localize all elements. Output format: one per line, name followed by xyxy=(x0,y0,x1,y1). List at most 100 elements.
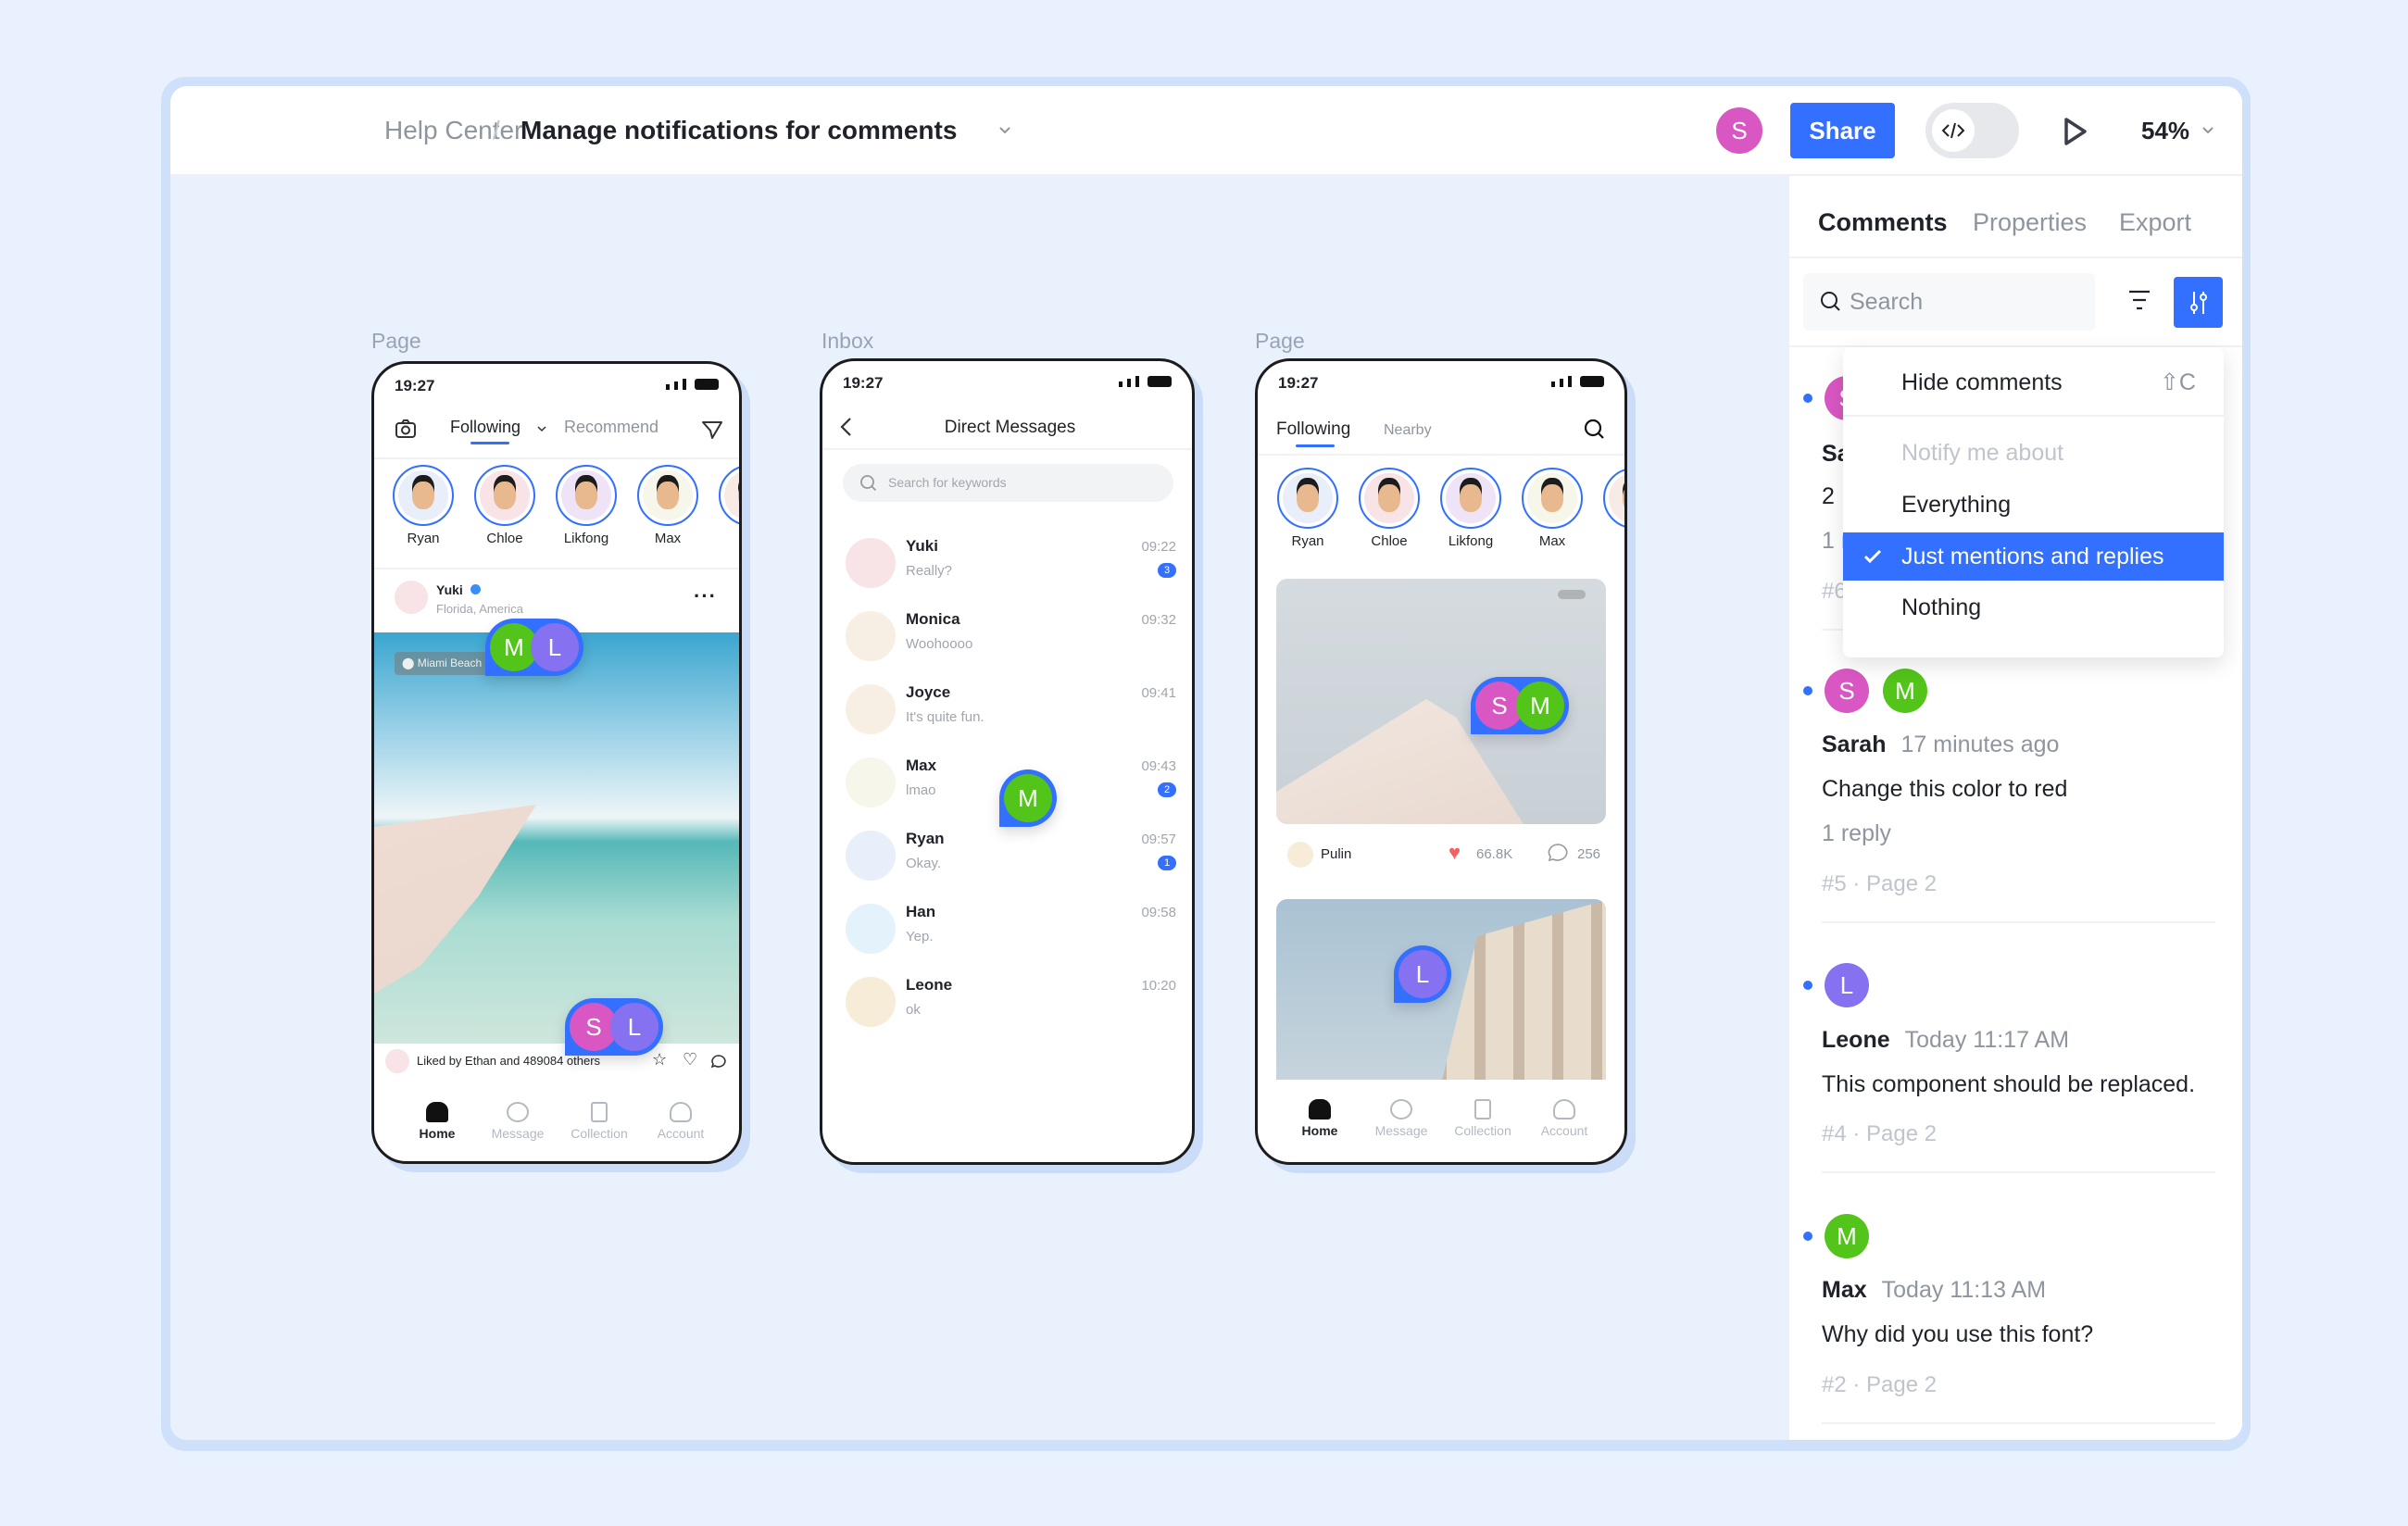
frame-inbox[interactable]: 19:27 Direct Messages Search for keyword… xyxy=(820,358,1195,1165)
commenter-avatar: M xyxy=(1825,1214,1869,1258)
liked-by-text[interactable]: Liked by Ethan and 489084 others xyxy=(417,1054,600,1068)
comment-pin[interactable]: SM xyxy=(1471,677,1569,734)
message-row[interactable]: Leone ok 10:20 xyxy=(846,974,1176,1030)
frame-label[interactable]: Page xyxy=(1255,329,1305,354)
menu-option-mentions-replies[interactable]: Just mentions and replies xyxy=(1843,532,2224,581)
zoom-chevron-down-icon[interactable] xyxy=(2201,125,2215,136)
story-avatar[interactable] xyxy=(719,465,739,526)
comment-pin[interactable]: L xyxy=(1394,945,1451,1003)
comment-divider xyxy=(1822,1171,2215,1173)
story-avatar[interactable] xyxy=(474,465,535,526)
frame-page-home[interactable]: 19:27 Following Recommend Ryan Chloe Lik… xyxy=(371,361,742,1164)
code-toggle[interactable] xyxy=(1925,103,2019,158)
menu-option-nothing[interactable]: Nothing xyxy=(1843,583,2224,632)
contact-avatar xyxy=(846,831,896,881)
more-icon[interactable] xyxy=(1558,590,1586,599)
nav-message[interactable]: Message xyxy=(1364,1099,1438,1138)
message-row[interactable]: Ryan Okay. 09:57 1 xyxy=(846,828,1176,883)
pin-avatar: M xyxy=(1516,682,1564,730)
pin-avatar: L xyxy=(531,623,579,671)
nav-message[interactable]: Message xyxy=(481,1102,555,1141)
contact-avatar xyxy=(846,538,896,588)
reply-count[interactable]: 1 reply xyxy=(1822,820,1891,847)
story-avatar[interactable] xyxy=(1440,468,1501,529)
message-row[interactable]: Joyce It's quite fun. 09:41 xyxy=(846,682,1176,737)
search-icon[interactable] xyxy=(1584,419,1606,441)
heart-icon[interactable]: ♡ xyxy=(683,1050,697,1069)
contact-name: Monica xyxy=(906,610,960,628)
page-title[interactable]: Manage notifications for comments xyxy=(520,116,957,145)
post-author-avatar[interactable] xyxy=(395,581,428,614)
nav-home[interactable]: Home xyxy=(400,1102,474,1141)
story-avatar[interactable] xyxy=(393,465,454,526)
frame-page-following[interactable]: 19:27 Following Nearby Ryan Chloe Likfon… xyxy=(1255,358,1627,1165)
menu-section-label: Notify me about xyxy=(1901,440,2064,466)
message-time: 10:20 xyxy=(1141,978,1176,994)
story-avatar[interactable] xyxy=(637,465,698,526)
tab-comments[interactable]: Comments xyxy=(1818,208,1948,237)
nav-account[interactable]: Account xyxy=(1527,1099,1601,1138)
zoom-level[interactable]: 54% xyxy=(2141,117,2189,145)
dm-search-input[interactable]: Search for keywords xyxy=(843,464,1173,502)
divider xyxy=(1258,454,1624,456)
frame-label[interactable]: Page xyxy=(371,329,421,354)
nav-collection[interactable]: Collection xyxy=(562,1102,636,1141)
design-canvas[interactable]: Page 19:27 Following Recommend Ryan Chlo… xyxy=(170,176,1789,1440)
tab-following[interactable]: Following xyxy=(450,418,520,437)
story-avatar[interactable] xyxy=(1522,468,1583,529)
story-name: Ya xyxy=(708,531,739,546)
nav-home[interactable]: Home xyxy=(1283,1099,1357,1138)
settings-sliders-button[interactable] xyxy=(2174,277,2223,328)
post-author-avatar[interactable] xyxy=(1287,842,1313,868)
frame-label[interactable]: Inbox xyxy=(821,329,873,354)
title-chevron-down-icon[interactable] xyxy=(997,125,1012,136)
comment-location[interactable]: #2 · Page 2 xyxy=(1822,1372,1937,1398)
nav-account[interactable]: Account xyxy=(644,1102,718,1141)
menu-item-hide-comments[interactable]: Hide comments ⇧C xyxy=(1843,358,2224,407)
story-avatar[interactable] xyxy=(1359,468,1420,529)
star-icon[interactable]: ☆ xyxy=(652,1050,667,1069)
message-row[interactable]: Monica Woohoooo 09:32 xyxy=(846,608,1176,664)
send-icon[interactable] xyxy=(701,419,723,440)
comment-pin[interactable]: SL xyxy=(565,998,663,1056)
story-avatar[interactable] xyxy=(1277,468,1338,529)
comment-pin[interactable]: ML xyxy=(485,619,583,676)
comment-divider xyxy=(1822,921,2215,923)
comment-icon[interactable] xyxy=(710,1054,727,1069)
post-author-name[interactable]: Yuki xyxy=(436,582,463,597)
message-row[interactable]: Yuki Really? 09:22 3 xyxy=(846,535,1176,591)
camera-icon[interactable] xyxy=(395,419,417,439)
tab-following[interactable]: Following xyxy=(1276,419,1350,440)
liker-avatar xyxy=(385,1049,409,1073)
comment-location[interactable]: #5 · Page 2 xyxy=(1822,871,1937,897)
story-name: Ryan xyxy=(1291,533,1324,549)
story-avatar[interactable] xyxy=(556,465,617,526)
play-icon[interactable] xyxy=(2063,117,2088,146)
home-icon xyxy=(1309,1099,1331,1119)
menu-option-everything[interactable]: Everything xyxy=(1843,481,2224,529)
share-button[interactable]: Share xyxy=(1790,103,1895,158)
post-author-name[interactable]: Pulin xyxy=(1321,846,1351,862)
account-icon xyxy=(1553,1099,1575,1119)
nav-collection[interactable]: Collection xyxy=(1446,1099,1520,1138)
tab-export[interactable]: Export xyxy=(2119,208,2191,237)
breadcrumb-parent[interactable]: Help Center xyxy=(384,116,522,145)
tab-recommend[interactable]: Recommend xyxy=(564,418,658,437)
comment-icon[interactable] xyxy=(1547,843,1569,863)
message-row[interactable]: Han Yep. 09:58 xyxy=(846,901,1176,957)
post-image-beach[interactable]: ⬤ Miami Beach xyxy=(374,632,739,1044)
bookmark-icon xyxy=(591,1102,608,1122)
heart-filled-icon[interactable]: ♥ xyxy=(1449,841,1461,865)
filter-icon[interactable] xyxy=(2127,289,2151,311)
story-avatar[interactable] xyxy=(1603,468,1624,529)
message-icon xyxy=(1390,1099,1412,1119)
tab-properties[interactable]: Properties xyxy=(1973,208,2087,237)
comments-search-input[interactable]: Search xyxy=(1803,273,2095,331)
comment-location[interactable]: #4 · Page 2 xyxy=(1822,1121,1937,1147)
comment-text: 2 xyxy=(1822,483,1835,509)
message-time: 09:58 xyxy=(1141,905,1176,920)
more-icon[interactable]: ··· xyxy=(694,584,717,608)
tab-nearby[interactable]: Nearby xyxy=(1384,422,1432,439)
user-avatar[interactable]: S xyxy=(1716,107,1762,154)
comment-pin[interactable]: M xyxy=(999,769,1057,827)
